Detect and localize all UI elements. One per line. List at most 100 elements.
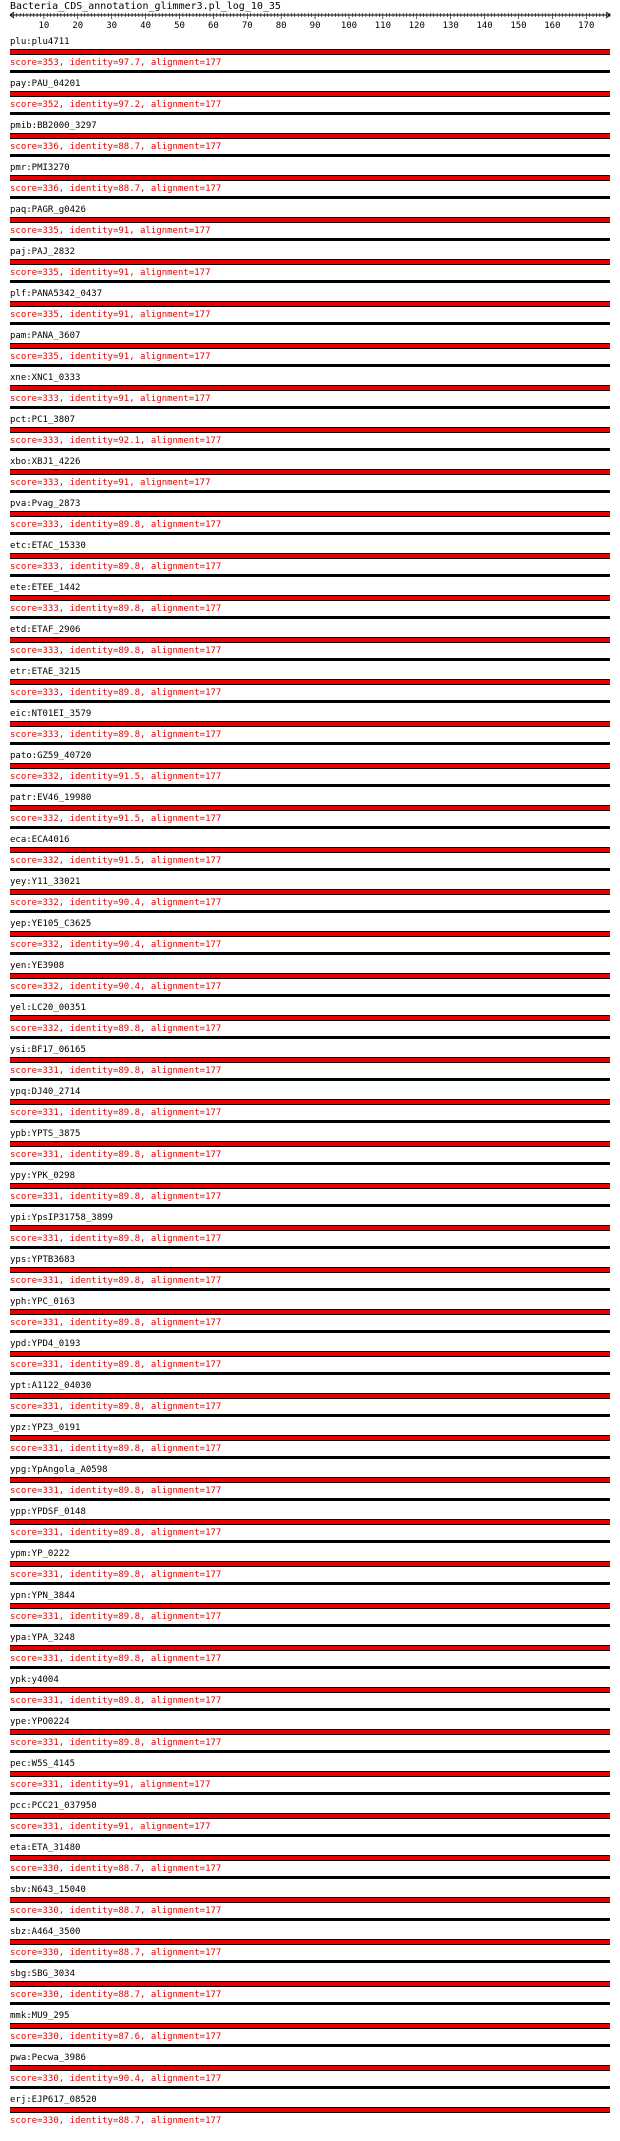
hit-name[interactable]: xbo:XBJ1_4226 xyxy=(10,457,80,467)
hit-row[interactable]: ypk:y4004 score=331, identity=89.8, align… xyxy=(0,1675,620,1717)
hit-row[interactable]: yps:YPTB3683 score=331, identity=89.8, al… xyxy=(0,1255,620,1297)
hit-name[interactable]: yel:LC20_00351 xyxy=(10,1003,86,1013)
hit-row[interactable]: pay:PAU_04201 score=352, identity=97.2, a… xyxy=(0,79,620,121)
hit-row[interactable]: erj:EJP617_08520 score=330, identity=88.7… xyxy=(0,2095,620,2137)
hit-row[interactable]: etd:ETAF_2906 score=333, identity=89.8, a… xyxy=(0,625,620,667)
hit-row[interactable]: etc:ETAC_15330 score=333, identity=89.8, … xyxy=(0,541,620,583)
hit-row[interactable]: ypm:YP_0222 score=331, identity=89.8, ali… xyxy=(0,1549,620,1591)
hit-name[interactable]: etc:ETAC_15330 xyxy=(10,541,86,551)
hit-name[interactable]: ypa:YPA_3248 xyxy=(10,1633,75,1643)
hit-row[interactable]: pct:PC1_3807 score=333, identity=92.1, al… xyxy=(0,415,620,457)
hit-name[interactable]: plu:plu4711 xyxy=(10,37,70,47)
hit-name[interactable]: erj:EJP617_08520 xyxy=(10,2095,97,2105)
hit-row[interactable]: ypa:YPA_3248 score=331, identity=89.8, al… xyxy=(0,1633,620,1675)
hit-row[interactable]: ypt:A1122_04030 score=331, identity=89.8,… xyxy=(0,1381,620,1423)
hit-row[interactable]: sbg:SBG_3034 score=330, identity=88.7, al… xyxy=(0,1969,620,2011)
hit-name[interactable]: ypk:y4004 xyxy=(10,1675,59,1685)
hit-row[interactable]: yen:YE3908 score=332, identity=90.4, alig… xyxy=(0,961,620,1003)
hit-name[interactable]: paj:PAJ_2832 xyxy=(10,247,75,257)
hit-name[interactable]: ypd:YPD4_0193 xyxy=(10,1339,80,1349)
hit-name[interactable]: ype:YPO0224 xyxy=(10,1717,70,1727)
hit-name[interactable]: pva:Pvag_2873 xyxy=(10,499,80,509)
hit-name[interactable]: mmk:MU9_295 xyxy=(10,2011,70,2021)
hit-name[interactable]: ypp:YPDSF_0148 xyxy=(10,1507,86,1517)
hit-row[interactable]: ete:ETEE_1442 score=333, identity=89.8, a… xyxy=(0,583,620,625)
hit-row[interactable]: ypq:DJ40_2714 score=331, identity=89.8, a… xyxy=(0,1087,620,1129)
hit-name[interactable]: ypy:YPK_0298 xyxy=(10,1171,75,1181)
hit-row[interactable]: pva:Pvag_2873 score=333, identity=89.8, a… xyxy=(0,499,620,541)
hit-row[interactable]: pmib:BB2000_3297 score=336, identity=88.7… xyxy=(0,121,620,163)
hit-row[interactable]: plu:plu4711 score=353, identity=97.7, ali… xyxy=(0,37,620,79)
hit-row[interactable]: yel:LC20_00351 score=332, identity=89.8, … xyxy=(0,1003,620,1045)
hit-row[interactable]: ypn:YPN_3844 score=331, identity=89.8, al… xyxy=(0,1591,620,1633)
hit-row[interactable]: ypy:YPK_0298 score=331, identity=89.8, al… xyxy=(0,1171,620,1213)
hit-row[interactable]: ypg:YpAngola_A0598 score=331, identity=89… xyxy=(0,1465,620,1507)
hit-name[interactable]: yph:YPC_0163 xyxy=(10,1297,75,1307)
hit-name[interactable]: ete:ETEE_1442 xyxy=(10,583,80,593)
hit-row[interactable]: patr:EV46_19980 score=332, identity=91.5,… xyxy=(0,793,620,835)
hit-name[interactable]: pmr:PMI3270 xyxy=(10,163,70,173)
hit-row[interactable]: xbo:XBJ1_4226 score=333, identity=91, ali… xyxy=(0,457,620,499)
hit-name[interactable]: ypq:DJ40_2714 xyxy=(10,1087,80,1097)
hit-row[interactable]: eca:ECA4016 score=332, identity=91.5, ali… xyxy=(0,835,620,877)
hit-name[interactable]: pcc:PCC21_037950 xyxy=(10,1801,97,1811)
hit-name[interactable]: paq:PAGR_g0426 xyxy=(10,205,86,215)
hit-name[interactable]: pato:GZ59_40720 xyxy=(10,751,91,761)
hit-row[interactable]: sbz:A464_3500 score=330, identity=88.7, a… xyxy=(0,1927,620,1969)
hit-row[interactable]: yep:YE105_C3625 score=332, identity=90.4,… xyxy=(0,919,620,961)
hit-name[interactable]: pam:PANA_3607 xyxy=(10,331,80,341)
hit-row[interactable]: ypb:YPTS_3875 score=331, identity=89.8, a… xyxy=(0,1129,620,1171)
hit-row[interactable]: paj:PAJ_2832 score=335, identity=91, alig… xyxy=(0,247,620,289)
hit-name[interactable]: ypm:YP_0222 xyxy=(10,1549,70,1559)
hit-row[interactable]: xne:XNC1_0333 score=333, identity=91, ali… xyxy=(0,373,620,415)
hit-row[interactable]: ype:YPO0224 score=331, identity=89.8, ali… xyxy=(0,1717,620,1759)
hit-name[interactable]: ypi:YpsIP31758_3899 xyxy=(10,1213,113,1223)
hit-name[interactable]: xne:XNC1_0333 xyxy=(10,373,80,383)
hit-row[interactable]: etr:ETAE_3215 score=333, identity=89.8, a… xyxy=(0,667,620,709)
hit-name[interactable]: ypn:YPN_3844 xyxy=(10,1591,75,1601)
hit-name[interactable]: eca:ECA4016 xyxy=(10,835,70,845)
hit-name[interactable]: eta:ETA_31480 xyxy=(10,1843,80,1853)
hit-row[interactable]: pcc:PCC21_037950 score=331, identity=91, … xyxy=(0,1801,620,1843)
hit-row[interactable]: eta:ETA_31480 score=330, identity=88.7, a… xyxy=(0,1843,620,1885)
hit-name[interactable]: eic:NT01EI_3579 xyxy=(10,709,91,719)
hit-name[interactable]: yps:YPTB3683 xyxy=(10,1255,75,1265)
hit-row[interactable]: pam:PANA_3607 score=335, identity=91, ali… xyxy=(0,331,620,373)
hit-row[interactable]: plf:PANA5342_0437 score=335, identity=91,… xyxy=(0,289,620,331)
hit-row[interactable]: ypp:YPDSF_0148 score=331, identity=89.8, … xyxy=(0,1507,620,1549)
hit-name[interactable]: pwa:Pecwa_3986 xyxy=(10,2053,86,2063)
hit-row[interactable]: yph:YPC_0163 score=331, identity=89.8, al… xyxy=(0,1297,620,1339)
hit-name[interactable]: pct:PC1_3807 xyxy=(10,415,75,425)
hit-name[interactable]: yey:Y11_33021 xyxy=(10,877,80,887)
hit-row[interactable]: pec:W5S_4145 score=331, identity=91, alig… xyxy=(0,1759,620,1801)
hit-row[interactable]: sbv:N643_15040 score=330, identity=88.7, … xyxy=(0,1885,620,1927)
hit-name[interactable]: sbg:SBG_3034 xyxy=(10,1969,75,1979)
hit-row[interactable]: pmr:PMI3270 score=336, identity=88.7, ali… xyxy=(0,163,620,205)
hit-row[interactable]: ypz:YPZ3_0191 score=331, identity=89.8, a… xyxy=(0,1423,620,1465)
hit-name[interactable]: sbv:N643_15040 xyxy=(10,1885,86,1895)
hit-row[interactable]: paq:PAGR_g0426 score=335, identity=91, al… xyxy=(0,205,620,247)
hit-name[interactable]: etd:ETAF_2906 xyxy=(10,625,80,635)
hit-name[interactable]: ypz:YPZ3_0191 xyxy=(10,1423,80,1433)
hit-row[interactable]: mmk:MU9_295 score=330, identity=87.6, ali… xyxy=(0,2011,620,2053)
hit-row[interactable]: pwa:Pecwa_3986 score=330, identity=90.4, … xyxy=(0,2053,620,2095)
hit-row[interactable]: eic:NT01EI_3579 score=333, identity=89.8,… xyxy=(0,709,620,751)
hit-name[interactable]: ypb:YPTS_3875 xyxy=(10,1129,80,1139)
hit-name[interactable]: ypt:A1122_04030 xyxy=(10,1381,91,1391)
hit-name[interactable]: yen:YE3908 xyxy=(10,961,64,971)
hit-name[interactable]: pmib:BB2000_3297 xyxy=(10,121,97,131)
hit-row[interactable]: ysi:BF17_06165 score=331, identity=89.8, … xyxy=(0,1045,620,1087)
hit-row[interactable]: ypd:YPD4_0193 score=331, identity=89.8, a… xyxy=(0,1339,620,1381)
hit-name[interactable]: sbz:A464_3500 xyxy=(10,1927,80,1937)
hit-row[interactable]: ypi:YpsIP31758_3899 score=331, identity=8… xyxy=(0,1213,620,1255)
hit-name[interactable]: pec:W5S_4145 xyxy=(10,1759,75,1769)
hit-name[interactable]: plf:PANA5342_0437 xyxy=(10,289,102,299)
hit-name[interactable]: ysi:BF17_06165 xyxy=(10,1045,86,1055)
hit-name[interactable]: yep:YE105_C3625 xyxy=(10,919,91,929)
hit-row[interactable]: yey:Y11_33021 score=332, identity=90.4, a… xyxy=(0,877,620,919)
hit-name[interactable]: pay:PAU_04201 xyxy=(10,79,80,89)
hit-row[interactable]: pato:GZ59_40720 score=332, identity=91.5,… xyxy=(0,751,620,793)
hit-name[interactable]: patr:EV46_19980 xyxy=(10,793,91,803)
hit-name[interactable]: ypg:YpAngola_A0598 xyxy=(10,1465,108,1475)
hit-name[interactable]: etr:ETAE_3215 xyxy=(10,667,80,677)
